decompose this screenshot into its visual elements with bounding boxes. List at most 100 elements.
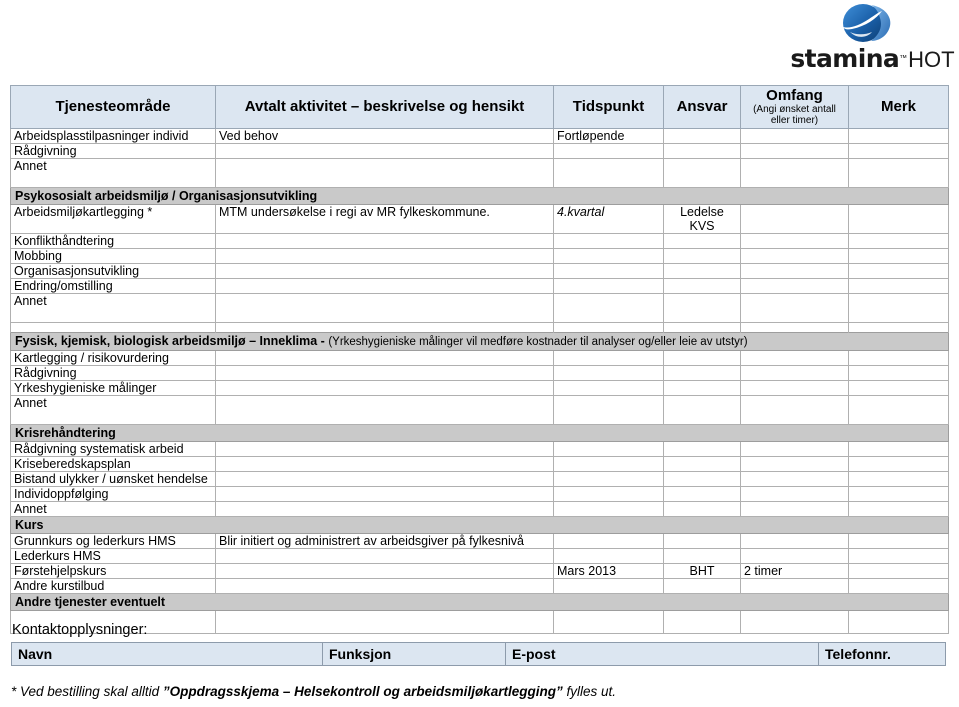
cell-merk[interactable]	[848, 548, 949, 564]
cell-tidspunkt[interactable]	[553, 501, 664, 517]
cell-tjenesteomrade[interactable]: Bistand ulykker / uønsket hendelse	[10, 471, 216, 487]
cell-merk[interactable]	[848, 578, 949, 594]
cell-tidspunkt[interactable]	[553, 350, 664, 366]
cell-merk[interactable]	[848, 204, 949, 234]
cell-merk[interactable]	[848, 471, 949, 487]
cell-ansvar[interactable]	[663, 486, 741, 502]
cell-omfang[interactable]	[740, 158, 849, 188]
cell-tjenesteomrade[interactable]: Rådgivning systematisk arbeid	[10, 441, 216, 457]
cell-ansvar[interactable]	[663, 395, 741, 425]
cell-aktivitet[interactable]: MTM undersøkelse i regi av MR fylkeskomm…	[215, 204, 554, 234]
cell-omfang[interactable]	[740, 263, 849, 279]
cell-ansvar[interactable]	[663, 233, 741, 249]
cell-ansvar[interactable]	[663, 533, 741, 549]
cell-aktivitet[interactable]	[215, 263, 554, 279]
cell-omfang[interactable]	[740, 128, 849, 144]
cell-tidspunkt[interactable]: 4.kvartal	[553, 204, 664, 234]
cell-tidspunkt[interactable]	[553, 248, 664, 264]
cell-tidspunkt[interactable]	[553, 143, 664, 159]
cell-omfang[interactable]	[740, 471, 849, 487]
cell-tidspunkt[interactable]: Fortløpende	[553, 128, 664, 144]
cell-merk[interactable]	[848, 395, 949, 425]
cell-omfang[interactable]: 2 timer	[740, 563, 849, 579]
cell-merk[interactable]	[848, 486, 949, 502]
cell-tjenesteomrade[interactable]: Grunnkurs og lederkurs HMS	[10, 533, 216, 549]
cell-ansvar[interactable]	[663, 248, 741, 264]
cell-aktivitet[interactable]	[215, 610, 554, 634]
cell-tjenesteomrade[interactable]: Annet	[10, 395, 216, 425]
cell-tidspunkt[interactable]	[553, 533, 664, 549]
cell-aktivitet[interactable]	[215, 248, 554, 264]
cell-aktivitet[interactable]	[215, 578, 554, 594]
cell-aktivitet[interactable]	[215, 143, 554, 159]
cell-tidspunkt[interactable]	[553, 158, 664, 188]
cell-aktivitet[interactable]: Ved behov	[215, 128, 554, 144]
cell-aktivitet[interactable]	[215, 233, 554, 249]
cell-tjenesteomrade[interactable]: Rådgivning	[10, 365, 216, 381]
cell-omfang[interactable]	[740, 278, 849, 294]
cell-ansvar[interactable]	[663, 128, 741, 144]
cell-tjenesteomrade[interactable]: Rådgivning	[10, 143, 216, 159]
cell-aktivitet[interactable]	[215, 158, 554, 188]
cell-tidspunkt[interactable]	[553, 263, 664, 279]
cell-merk[interactable]	[848, 128, 949, 144]
cell-omfang[interactable]	[740, 248, 849, 264]
cell-aktivitet[interactable]: Blir initiert og administrert av arbeids…	[215, 533, 554, 549]
cell-aktivitet[interactable]	[215, 501, 554, 517]
cell-tjenesteomrade[interactable]: Kriseberedskapsplan	[10, 456, 216, 472]
cell-omfang[interactable]	[740, 578, 849, 594]
cell-tidspunkt[interactable]	[553, 293, 664, 323]
cell-merk[interactable]	[848, 350, 949, 366]
cell-ansvar[interactable]	[663, 263, 741, 279]
cell-omfang[interactable]	[740, 501, 849, 517]
cell-aktivitet[interactable]	[215, 380, 554, 396]
cell-ansvar[interactable]: BHT	[663, 563, 741, 579]
cell-omfang[interactable]	[740, 456, 849, 472]
cell-omfang[interactable]	[740, 350, 849, 366]
cell-tidspunkt[interactable]	[553, 395, 664, 425]
cell-tidspunkt[interactable]	[553, 486, 664, 502]
cell-merk[interactable]	[848, 233, 949, 249]
cell-tjenesteomrade[interactable]: Individoppfølging	[10, 486, 216, 502]
cell-merk[interactable]	[848, 293, 949, 323]
cell-omfang[interactable]	[740, 441, 849, 457]
cell-merk[interactable]	[848, 380, 949, 396]
cell-tjenesteomrade[interactable]: Annet	[10, 293, 216, 323]
cell-tidspunkt[interactable]	[553, 456, 664, 472]
cell-omfang[interactable]	[740, 395, 849, 425]
cell-merk[interactable]	[848, 533, 949, 549]
cell-ansvar[interactable]	[663, 610, 741, 634]
cell-tidspunkt[interactable]	[553, 578, 664, 594]
cell-ansvar[interactable]	[663, 578, 741, 594]
cell-omfang[interactable]	[740, 486, 849, 502]
cell-omfang[interactable]	[740, 548, 849, 564]
cell-merk[interactable]	[848, 610, 949, 634]
cell-tjenesteomrade[interactable]: Kartlegging / risikovurdering	[10, 350, 216, 366]
cell-tjenesteomrade[interactable]: Endring/omstilling	[10, 278, 216, 294]
cell-tjenesteomrade[interactable]: Førstehjelpskurs	[10, 563, 216, 579]
cell-ansvar[interactable]	[663, 293, 741, 323]
cell-omfang[interactable]	[740, 143, 849, 159]
cell-tjenesteomrade[interactable]: Annet	[10, 158, 216, 188]
cell-aktivitet[interactable]	[215, 441, 554, 457]
cell-tidspunkt[interactable]	[553, 471, 664, 487]
cell-ansvar[interactable]	[663, 143, 741, 159]
cell-merk[interactable]	[848, 248, 949, 264]
cell-aktivitet[interactable]	[215, 395, 554, 425]
cell-tjenesteomrade[interactable]: Konflikthåndtering	[10, 233, 216, 249]
cell-ansvar[interactable]	[663, 380, 741, 396]
cell-ansvar[interactable]	[663, 456, 741, 472]
cell-ansvar[interactable]	[663, 441, 741, 457]
cell-aktivitet[interactable]	[215, 293, 554, 323]
cell-tjenesteomrade[interactable]: Lederkurs HMS	[10, 548, 216, 564]
cell-aktivitet[interactable]	[215, 365, 554, 381]
cell-tidspunkt[interactable]	[553, 441, 664, 457]
cell-tjenesteomrade[interactable]: Yrkeshygieniske målinger	[10, 380, 216, 396]
cell-tidspunkt[interactable]	[553, 365, 664, 381]
cell-omfang[interactable]	[740, 380, 849, 396]
cell-merk[interactable]	[848, 441, 949, 457]
cell-ansvar[interactable]: Ledelse KVS	[663, 204, 741, 234]
cell-aktivitet[interactable]	[215, 278, 554, 294]
cell-tjenesteomrade[interactable]: Organisasjonsutvikling	[10, 263, 216, 279]
cell-tidspunkt[interactable]	[553, 548, 664, 564]
